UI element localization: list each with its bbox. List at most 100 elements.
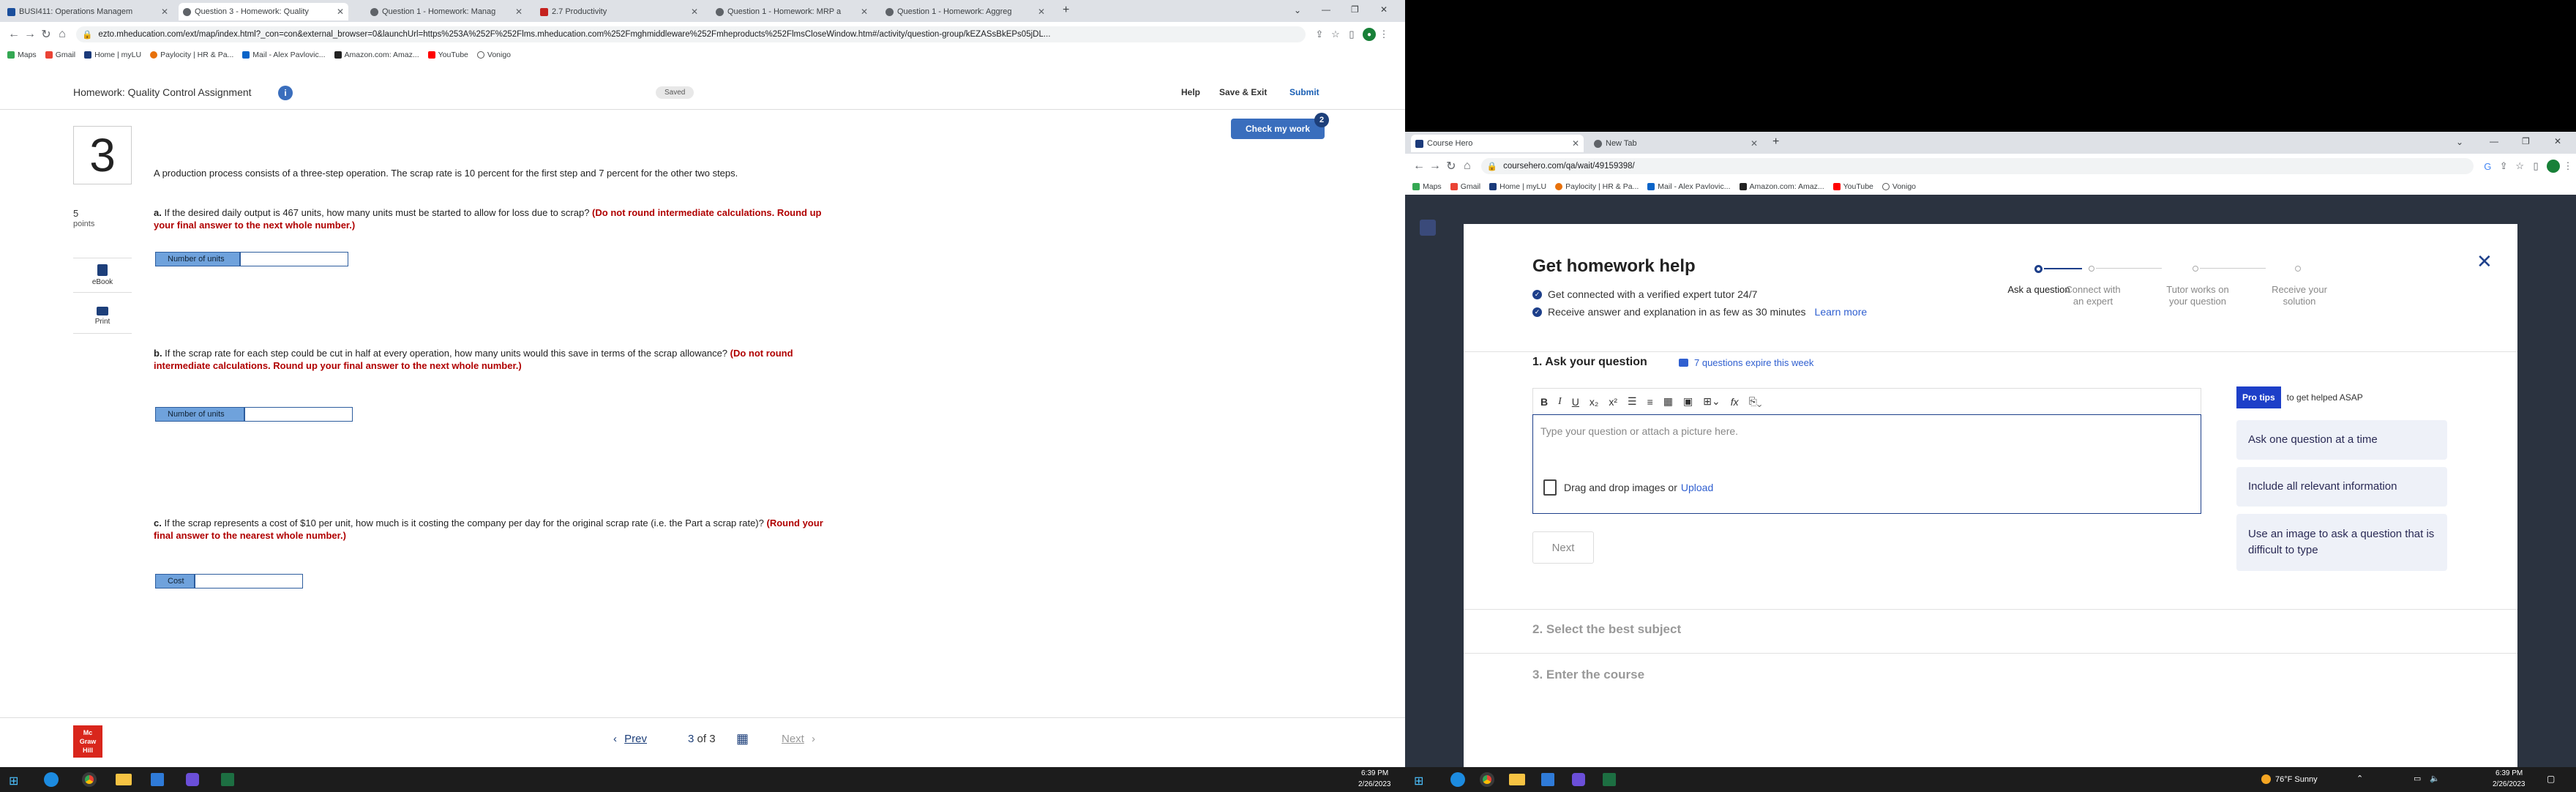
- close-tab-icon[interactable]: ✕: [161, 7, 168, 17]
- star-icon[interactable]: ☆: [2512, 160, 2528, 172]
- left-tab-0[interactable]: BUSI411: Operations Managem ✕: [3, 3, 173, 20]
- part-b-input[interactable]: [244, 408, 352, 421]
- star-icon[interactable]: ☆: [1328, 29, 1344, 40]
- right-tab-0[interactable]: Course Hero ✕: [1411, 135, 1584, 152]
- question-editor[interactable]: Type your question or attach a picture h…: [1532, 414, 2201, 514]
- check-my-work-button[interactable]: Check my work: [1231, 119, 1325, 139]
- home-icon[interactable]: ⌂: [54, 28, 70, 41]
- close-tab-icon[interactable]: ✕: [1038, 7, 1045, 17]
- underline-icon[interactable]: U: [1572, 396, 1579, 408]
- chrome-icon[interactable]: [82, 772, 97, 787]
- close-tab-icon[interactable]: ✕: [861, 7, 868, 17]
- right-tab-1[interactable]: New Tab ✕: [1590, 135, 1762, 152]
- prev-button[interactable]: ‹ Prev: [613, 733, 647, 745]
- maximize-icon[interactable]: ❐: [2522, 136, 2530, 146]
- help-link[interactable]: Help: [1181, 87, 1200, 97]
- tab-search-icon[interactable]: ⌄: [1294, 5, 1301, 15]
- explorer-icon[interactable]: [1509, 774, 1525, 785]
- close-tab-icon[interactable]: ✕: [691, 7, 698, 17]
- submit-link[interactable]: Submit: [1289, 87, 1319, 97]
- print-button[interactable]: Print: [73, 299, 132, 334]
- ebook-button[interactable]: eBook: [73, 258, 132, 293]
- bookmark-mail[interactable]: Mail - Alex Pavlovic...: [1647, 182, 1731, 191]
- bookmark-paylocity[interactable]: Paylocity | HR & Pa...: [150, 51, 233, 59]
- forward-icon[interactable]: →: [1427, 160, 1443, 173]
- bookmark-mylu[interactable]: Home | myLU: [84, 51, 141, 59]
- learn-more-link[interactable]: Learn more: [1815, 306, 1868, 318]
- excel-icon[interactable]: [1603, 773, 1616, 786]
- bookmark-youtube[interactable]: YouTube: [1832, 182, 1873, 191]
- menu-icon[interactable]: ⋮: [1376, 29, 1392, 40]
- left-tab-2[interactable]: Question 1 - Homework: Manag ✕: [366, 3, 527, 20]
- close-tab-icon[interactable]: ✕: [1751, 138, 1758, 149]
- menu-icon[interactable]: ⋮: [2560, 160, 2576, 172]
- part-c-input[interactable]: [194, 575, 302, 588]
- next-button[interactable]: Next: [1532, 531, 1594, 564]
- app-icon[interactable]: [186, 773, 199, 786]
- chrome-icon[interactable]: [1480, 772, 1494, 787]
- bookmark-maps[interactable]: Maps: [1412, 182, 1442, 191]
- save-exit-link[interactable]: Save & Exit: [1219, 87, 1267, 97]
- reload-icon[interactable]: ↻: [38, 27, 54, 42]
- minimize-icon[interactable]: —: [1322, 4, 1330, 15]
- edge-icon[interactable]: [44, 772, 59, 787]
- store-icon[interactable]: [151, 773, 164, 786]
- bookmark-amazon[interactable]: Amazon.com: Amaz...: [334, 51, 419, 59]
- sidebar-icon[interactable]: ▯: [1344, 29, 1360, 40]
- close-tab-icon[interactable]: ✕: [1572, 138, 1579, 149]
- tab-search-icon[interactable]: ⌄: [2456, 137, 2463, 147]
- bookmark-vonigo[interactable]: Vonigo: [1882, 182, 1916, 191]
- bookmark-maps[interactable]: Maps: [7, 51, 37, 59]
- profile-avatar[interactable]: ●: [1363, 28, 1376, 41]
- upload-link[interactable]: Upload: [1681, 482, 1713, 493]
- google-icon[interactable]: G: [2479, 161, 2496, 172]
- store-icon[interactable]: [1541, 773, 1554, 786]
- left-tab-1[interactable]: Question 3 - Homework: Quality ✕: [179, 3, 348, 20]
- grid-icon[interactable]: ▦: [736, 731, 749, 747]
- formula-icon[interactable]: fx: [1731, 396, 1739, 408]
- left-tab-4[interactable]: Question 1 - Homework: MRP a ✕: [711, 3, 872, 20]
- volume-icon[interactable]: 🔈: [2430, 774, 2440, 783]
- image-icon[interactable]: ▣: [1683, 395, 1693, 408]
- bookmark-mylu[interactable]: Home | myLU: [1489, 182, 1546, 191]
- minimize-icon[interactable]: —: [2490, 136, 2498, 146]
- bookmark-paylocity[interactable]: Paylocity | HR & Pa...: [1555, 182, 1639, 191]
- bookmark-youtube[interactable]: YouTube: [427, 51, 468, 59]
- address-bar[interactable]: 🔒 ezto.mheducation.com/ext/map/index.htm…: [76, 26, 1306, 42]
- reload-icon[interactable]: ↻: [1443, 159, 1459, 173]
- drag-drop-area[interactable]: Drag and drop images or Upload: [1543, 479, 1713, 496]
- close-modal-icon[interactable]: ✕: [2476, 250, 2493, 273]
- subscript-icon[interactable]: x₂: [1590, 396, 1598, 408]
- close-tab-icon[interactable]: ✕: [515, 7, 523, 17]
- explorer-icon[interactable]: [116, 774, 132, 785]
- edge-icon[interactable]: [1450, 772, 1465, 787]
- start-icon[interactable]: ⊞: [1414, 774, 1423, 788]
- back-icon[interactable]: ←: [1411, 160, 1427, 173]
- bookmark-mail[interactable]: Mail - Alex Pavlovic...: [242, 51, 326, 59]
- left-tab-5[interactable]: Question 1 - Homework: Aggreg ✕: [881, 3, 1049, 20]
- back-icon[interactable]: ←: [6, 28, 22, 41]
- new-tab-button[interactable]: +: [1772, 135, 1779, 149]
- left-tab-3[interactable]: 2.7 Productivity ✕: [536, 3, 703, 20]
- profile-avatar[interactable]: [2547, 160, 2560, 173]
- next-button[interactable]: Next ›: [782, 733, 815, 745]
- sidebar-icon[interactable]: ▯: [2528, 160, 2544, 172]
- notification-icon[interactable]: ▢: [2547, 774, 2555, 784]
- bookmark-amazon[interactable]: Amazon.com: Amaz...: [1739, 182, 1824, 191]
- table-icon[interactable]: ▦: [1663, 395, 1673, 408]
- info-icon[interactable]: i: [278, 86, 293, 100]
- numbered-list-icon[interactable]: ☰: [1628, 395, 1637, 408]
- close-window-icon[interactable]: ✕: [1380, 4, 1388, 15]
- app-icon[interactable]: [1572, 773, 1585, 786]
- part-a-input[interactable]: [239, 253, 348, 266]
- bookmark-gmail[interactable]: Gmail: [45, 51, 75, 59]
- weather-widget[interactable]: 76°F Sunny: [2261, 774, 2318, 784]
- home-icon[interactable]: ⌂: [1459, 160, 1475, 173]
- bookmark-vonigo[interactable]: Vonigo: [476, 51, 511, 59]
- superscript-icon[interactable]: x²: [1609, 396, 1617, 408]
- close-window-icon[interactable]: ✕: [2554, 136, 2561, 146]
- network-icon[interactable]: ▭: [2414, 774, 2421, 783]
- maximize-icon[interactable]: ❐: [1351, 4, 1359, 15]
- share-icon[interactable]: ⇪: [1311, 29, 1328, 40]
- bold-icon[interactable]: B: [1540, 396, 1548, 408]
